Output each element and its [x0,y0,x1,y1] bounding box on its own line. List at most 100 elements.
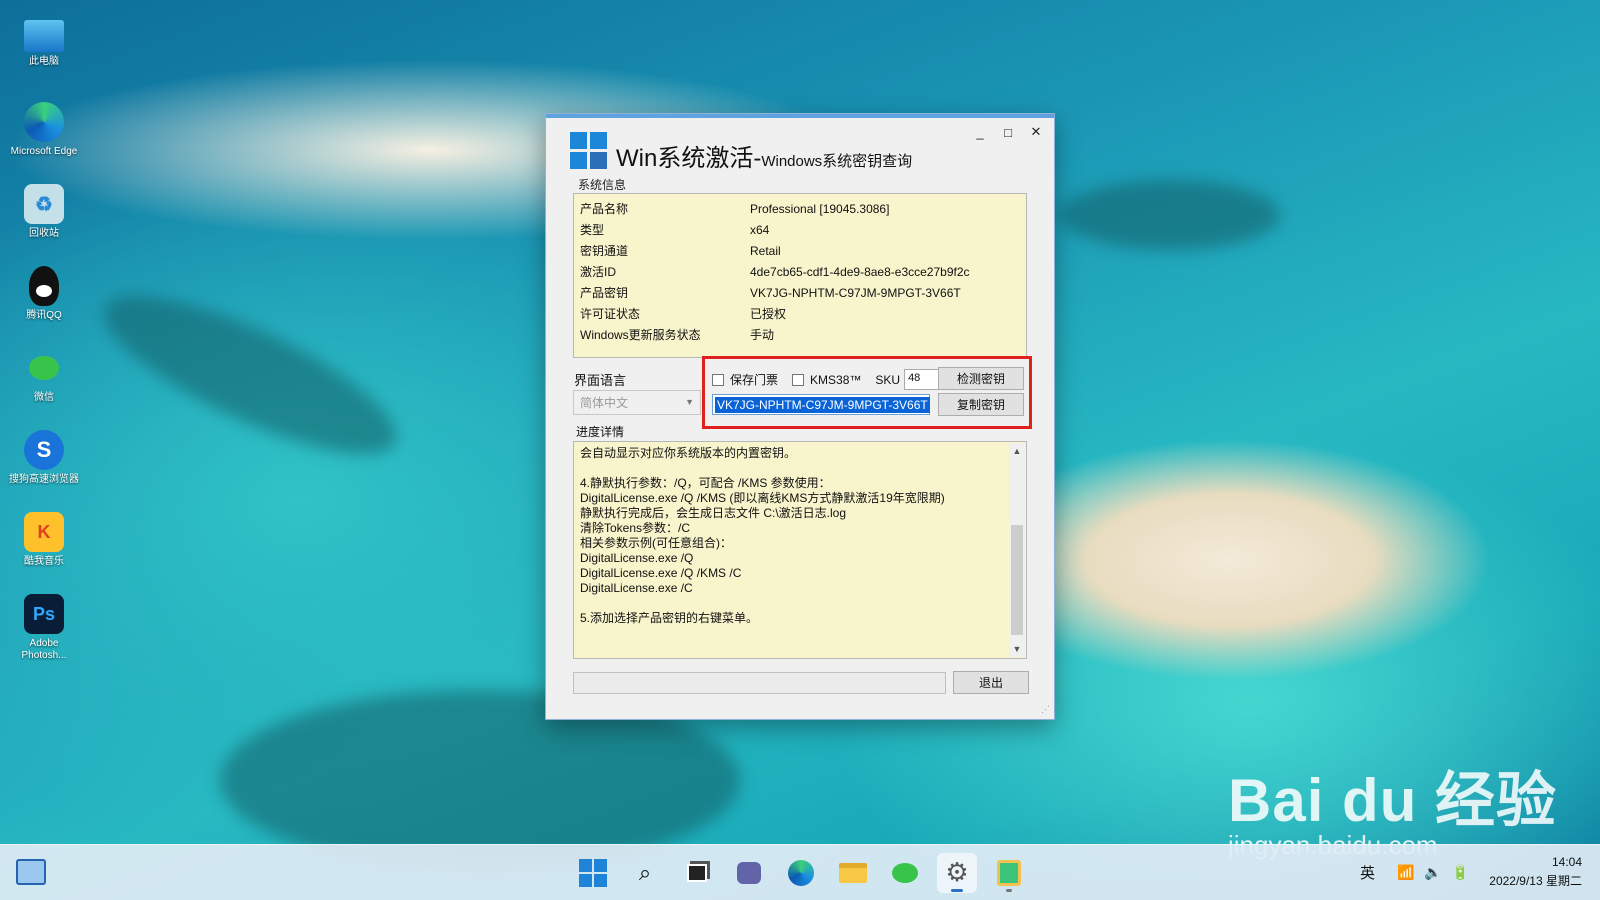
settings-gear-icon[interactable]: ⚙ [937,853,977,893]
volume-icon[interactable]: 🔈 [1424,864,1441,881]
photoshop-icon: Ps [24,594,64,634]
windows-logo-icon [570,132,608,170]
start-button[interactable] [573,853,613,893]
info-row: 类型 x64 [580,219,1020,240]
info-key: 许可证状态 [580,307,641,321]
progress-line: DigitalLicense.exe /Q /KMS (即以离线KMS方式静默激… [580,491,945,505]
scrollbar-thumb[interactable] [1011,525,1023,635]
kms38-checkbox[interactable] [792,373,805,386]
info-value: 已授权 [750,307,787,321]
desktop-icon-photoshop[interactable]: Ps Adobe Photosh... [8,594,80,676]
keep-ticket-checkbox[interactable] [712,373,724,386]
progress-line: 静默执行完成后，会生成日志文件 C:\激活日志.log [580,506,847,520]
battery-icon[interactable]: 🔋 [1452,864,1469,881]
info-key: 产品名称 [580,202,629,216]
windows-start-icon [579,859,607,887]
desktop-icon-recycle-bin[interactable]: ♻ 回收站 [8,184,80,266]
info-row: 密钥通道 Retail [580,240,1020,261]
scroll-down-icon[interactable]: ▼ [1009,641,1025,657]
desktop-icon-wechat[interactable]: 微信 [8,348,80,430]
watermark-brand: Bai du 经验 [1228,767,1558,834]
progress-line: 会自动显示对应你系统版本的内置密钥。 [580,446,797,460]
progress-line: DigitalLicense.exe /Q [580,551,694,565]
copy-key-button[interactable]: 复制密钥 [938,393,1024,416]
app-title-sub: Windows系统密钥查询 [761,153,913,170]
scroll-up-icon[interactable]: ▲ [1009,443,1025,459]
info-row: 许可证状态 已授权 [580,303,1020,324]
info-key: 密钥通道 [580,244,629,258]
desktop-icon-sogou[interactable]: S 搜狗高速浏览器 [8,430,80,512]
taskbar: ⌕ ⚙ 英 📶 🔈 🔋 14:04 2022/9/13 星期二 [0,844,1600,900]
progress-details-textarea[interactable]: 会自动显示对应你系统版本的内置密钥。 4.静默执行参数：/Q，可配合 /KMS … [573,441,1027,659]
desktop-icons: 此电脑 Microsoft Edge ♻ 回收站 腾讯QQ 微信 S 搜狗高速浏… [8,20,80,676]
exit-button[interactable]: 退出 [953,671,1029,694]
close-button[interactable]: ✕ [1028,124,1044,140]
system-info-label: 系统信息 [576,176,629,193]
language-select[interactable]: 简体中文 ▼ [573,390,701,415]
kuwo-music-icon: K [24,512,64,552]
progress-line: 清除Tokens参数：/C [580,521,691,535]
info-row: 产品名称 Professional [19045.3086] [580,198,1020,219]
maximize-button[interactable]: □ [1000,124,1016,140]
background-reef [1060,180,1280,250]
info-row: 产品密钥 VK7JG-NPHTM-C97JM-9MPGT-3V66T [580,282,1020,303]
baidu-watermark: Bai du 经验 jingyan.baidu.com [1228,752,1558,860]
system-info-panel: 产品名称 Professional [19045.3086] 类型 x64 密钥… [573,193,1027,358]
taskbar-apps: ⌕ ⚙ [573,853,1029,893]
options-row: 保存门票 KMS38™ SKU 48 [712,369,947,390]
search-icon[interactable]: ⌕ [625,853,665,893]
product-key-input[interactable]: VK7JG-NPHTM-C97JM-9MPGT-3V66T [712,394,930,415]
keep-ticket-label: 保存门票 [730,373,779,387]
info-value: Professional [19045.3086] [750,201,890,216]
background-reef [85,266,415,484]
language-label: 界面语言 [574,373,627,388]
info-value: 手动 [750,328,775,342]
clock-time: 14:04 [1551,855,1582,869]
edge-icon [24,102,64,142]
widgets-icon[interactable] [16,859,46,885]
progress-line: DigitalLicense.exe /Q /KMS /C [580,566,742,580]
progress-line: 相关参数示例(可任意组合)： [580,536,732,550]
desktop-icon-this-pc[interactable]: 此电脑 [8,20,80,102]
progress-line [580,596,1004,611]
info-value: x64 [750,222,770,237]
wechat-icon [24,348,64,388]
ime-indicator[interactable]: 英 [1360,862,1375,883]
window-controls: _ □ ✕ [972,124,1044,140]
desktop-icon-kuwo[interactable]: K 酷我音乐 [8,512,80,594]
monitor-icon [24,20,64,52]
info-key: 激活ID [580,265,617,279]
progress-line: 4.静默执行参数：/Q，可配合 /KMS 参数使用： [580,476,831,490]
clock[interactable]: 14:04 2022/9/13 星期二 [1489,853,1582,891]
resize-grip-icon[interactable]: ⋰ [1041,704,1050,715]
info-value: Retail [750,243,781,258]
activation-tool-taskbar-icon[interactable] [989,853,1029,893]
desktop-icon-edge[interactable]: Microsoft Edge [8,102,80,184]
chat-icon[interactable] [729,853,769,893]
language-selected-value: 简体中文 [580,396,629,410]
product-key-selected-text: VK7JG-NPHTM-C97JM-9MPGT-3V66T [715,397,930,413]
info-key: 类型 [580,223,605,237]
minimize-button[interactable]: _ [972,124,988,140]
sku-label: SKU [875,372,901,387]
vertical-scrollbar[interactable]: ▲ ▼ [1009,443,1025,657]
info-value: VK7JG-NPHTM-C97JM-9MPGT-3V66T [750,285,961,300]
info-key: Windows更新服务状态 [580,328,701,342]
info-value: 4de7cb65-cdf1-4de9-8ae8-e3cce27b9f2c [750,264,970,279]
kms38-label: KMS38™ [810,372,862,387]
file-explorer-icon[interactable] [833,853,873,893]
check-key-button[interactable]: 检测密钥 [938,367,1024,390]
desktop-icon-qq[interactable]: 腾讯QQ [8,266,80,348]
wechat-taskbar-icon[interactable] [885,853,925,893]
wifi-icon[interactable]: 📶 [1397,864,1414,881]
app-title: Win系统激活-Windows系统密钥查询 [616,138,912,173]
qq-icon [29,266,59,306]
task-view-icon[interactable] [677,853,717,893]
edge-taskbar-icon[interactable] [781,853,821,893]
info-key: 产品密钥 [580,286,629,300]
window-accent-bar [546,114,1054,118]
status-bar-field [573,672,946,694]
sogou-browser-icon: S [24,430,64,470]
progress-line: DigitalLicense.exe /C [580,581,693,595]
activation-window: _ □ ✕ Win系统激活-Windows系统密钥查询 系统信息 产品名称 Pr… [545,113,1055,720]
